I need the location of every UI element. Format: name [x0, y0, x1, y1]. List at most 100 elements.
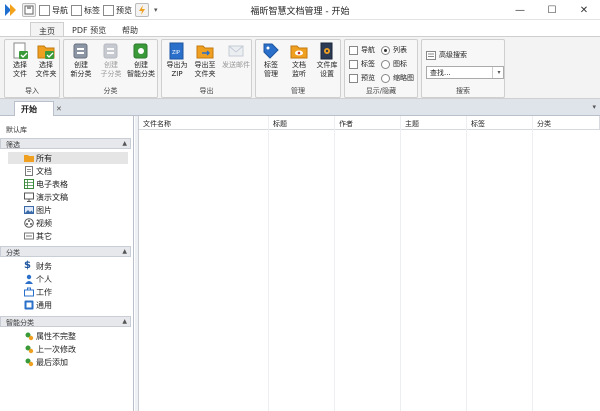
smart-category-section-header[interactable]: 智能分类 ▲	[0, 316, 131, 327]
manage-group-label: 管理	[291, 87, 305, 95]
column-divider	[335, 116, 401, 411]
ribbon-tab-bar: 主页 PDF 预览 帮助	[0, 20, 600, 37]
dollar-icon: $	[24, 260, 31, 271]
category-section-header[interactable]: 分类 ▲	[0, 246, 131, 257]
file-list-grid[interactable]: 文件名称 标题 作者 主题 标签 分类	[135, 116, 600, 411]
tag-checkbox[interactable]	[71, 4, 82, 16]
quick-access-toolbar: 导航 标签 预览 ▾	[22, 2, 158, 18]
filter-item-other[interactable]: 其它	[8, 230, 128, 242]
send-email-button[interactable]: 发送邮件	[220, 42, 252, 70]
category-group: 创建 新分类 创建 子分类 创建 智能分类 分类	[63, 39, 158, 98]
svg-text:ZIP: ZIP	[172, 50, 180, 56]
library-settings-button[interactable]: 文件库 设置	[312, 42, 342, 79]
doc-monitor-label: 文档 监听	[292, 61, 306, 78]
smart-item-recently-added[interactable]: 最后添加	[8, 356, 128, 368]
navigation-pane: 默认库 筛选 ▲ 所有 文档 电子表格 演示文稿 图片 视频 其它 分类 ▲ $…	[0, 116, 134, 411]
tag-check[interactable]	[349, 59, 358, 69]
import-group: 选择 文件 选择 文件夹 导入	[4, 39, 60, 98]
filter-section-header[interactable]: 筛选 ▲	[0, 138, 131, 149]
qat-nav-toggle[interactable]: 导航	[39, 4, 68, 16]
minimize-button[interactable]: —	[504, 0, 536, 20]
qat-nav-label: 导航	[52, 5, 68, 15]
start-tab[interactable]: 开始 ✕	[14, 101, 62, 116]
show-preview-checkbox[interactable]: 预览	[349, 73, 375, 83]
collapse-icon[interactable]: ▲	[122, 248, 127, 255]
show-nav-checkbox[interactable]: 导航	[349, 45, 375, 55]
show-tag-checkbox[interactable]: 标签	[349, 59, 375, 69]
document-tab-strip: 开始 ✕ ▾	[0, 99, 600, 116]
smart-item-last-modified[interactable]: 上一次修改	[8, 343, 128, 355]
category-item-general[interactable]: 通用	[8, 299, 128, 311]
search-group: 高级搜索 查找... ▾ 搜索	[421, 39, 505, 98]
column-divider	[401, 116, 467, 411]
icon-radio-label: 图标	[393, 60, 407, 68]
tag-manage-button[interactable]: 标签 管理	[256, 42, 286, 79]
column-divider	[269, 116, 335, 411]
category-item-finance[interactable]: $ 财务	[8, 260, 128, 272]
create-category-button[interactable]: 创建 新分类	[66, 42, 96, 79]
collapse-icon[interactable]: ▲	[122, 318, 127, 325]
list-radio[interactable]	[381, 45, 390, 55]
filter-item-spreadsheets[interactable]: 电子表格	[8, 178, 128, 190]
search-dropdown-icon[interactable]: ▾	[492, 67, 505, 78]
qat-dropdown-icon[interactable]: ▾	[154, 6, 158, 14]
close-button[interactable]: ✕	[568, 0, 600, 20]
tag-manage-label: 标签 管理	[264, 61, 278, 78]
nav-check[interactable]	[349, 45, 358, 55]
tab-home[interactable]: 主页	[30, 22, 64, 37]
filter-item-label: 其它	[36, 231, 52, 241]
view-list-radio[interactable]: 列表	[381, 45, 407, 55]
tab-list-dropdown-icon[interactable]: ▾	[592, 103, 596, 111]
filter-item-documents[interactable]: 文档	[8, 165, 128, 177]
qat-tag-toggle[interactable]: 标签	[71, 4, 100, 16]
tab-pdf-preview[interactable]: PDF 预览	[64, 22, 114, 37]
filter-item-presentations[interactable]: 演示文稿	[8, 191, 128, 203]
ribbon: 选择 文件 选择 文件夹 导入 创建 新分类 创建 子分类 创建 智能分类 分类…	[0, 36, 600, 99]
category-item-label: 个人	[36, 274, 52, 284]
preview-check-label: 预览	[361, 74, 375, 82]
smart-section-label: 智能分类	[6, 319, 34, 327]
create-smart-category-button[interactable]: 创建 智能分类	[126, 42, 156, 79]
tag-check-label: 标签	[361, 60, 375, 68]
tab-help[interactable]: 帮助	[114, 22, 146, 37]
doc-monitor-button[interactable]: 文档 监听	[284, 42, 314, 79]
export-folder-button[interactable]: 导出至 文件夹	[190, 42, 220, 79]
column-header-category[interactable]: 分类	[533, 116, 600, 130]
app-logo-icon	[5, 4, 16, 16]
thumbnail-radio-label: 缩略图	[393, 74, 414, 82]
column-divider	[139, 116, 269, 411]
filter-item-all[interactable]: 所有	[8, 152, 128, 164]
start-tab-close-icon[interactable]: ✕	[56, 105, 62, 113]
show-hide-group-label: 显示/隐藏	[365, 87, 397, 95]
advanced-search-label: 高级搜索	[439, 51, 467, 59]
briefcase-icon	[24, 287, 34, 297]
advanced-search-button[interactable]: 高级搜索	[426, 50, 467, 60]
category-group-label: 分类	[103, 87, 118, 95]
monitor-eye-icon	[290, 45, 308, 59]
view-thumbnail-radio[interactable]: 缩略图	[381, 73, 414, 83]
bolt-icon[interactable]	[135, 3, 149, 17]
save-icon[interactable]	[22, 3, 36, 17]
collapse-icon[interactable]: ▲	[122, 140, 127, 147]
preview-check[interactable]	[349, 73, 358, 83]
create-subcategory-button[interactable]: 创建 子分类	[96, 42, 126, 79]
presentation-icon	[24, 192, 34, 202]
category-item-personal[interactable]: 个人	[8, 273, 128, 285]
category-item-work[interactable]: 工作	[8, 286, 128, 298]
smart-filter-icon	[25, 345, 34, 354]
file-select-icon	[13, 42, 28, 59]
maximize-button[interactable]: ☐	[536, 0, 568, 20]
thumbnail-radio[interactable]	[381, 73, 390, 83]
nav-checkbox[interactable]	[39, 4, 50, 16]
other-file-icon	[24, 232, 34, 240]
filter-item-images[interactable]: 图片	[8, 204, 128, 216]
view-icon-radio[interactable]: 图标	[381, 59, 407, 69]
preview-checkbox[interactable]	[103, 4, 114, 16]
icon-radio[interactable]	[381, 59, 390, 69]
qat-preview-toggle[interactable]: 预览	[103, 4, 132, 16]
smart-item-incomplete[interactable]: 属性不完整	[8, 330, 128, 342]
export-zip-button[interactable]: ZIP 导出为 ZIP	[162, 42, 192, 79]
select-folder-button[interactable]: 选择 文件夹	[31, 42, 61, 79]
import-group-label: 导入	[25, 87, 39, 95]
filter-item-videos[interactable]: 视频	[8, 217, 128, 229]
